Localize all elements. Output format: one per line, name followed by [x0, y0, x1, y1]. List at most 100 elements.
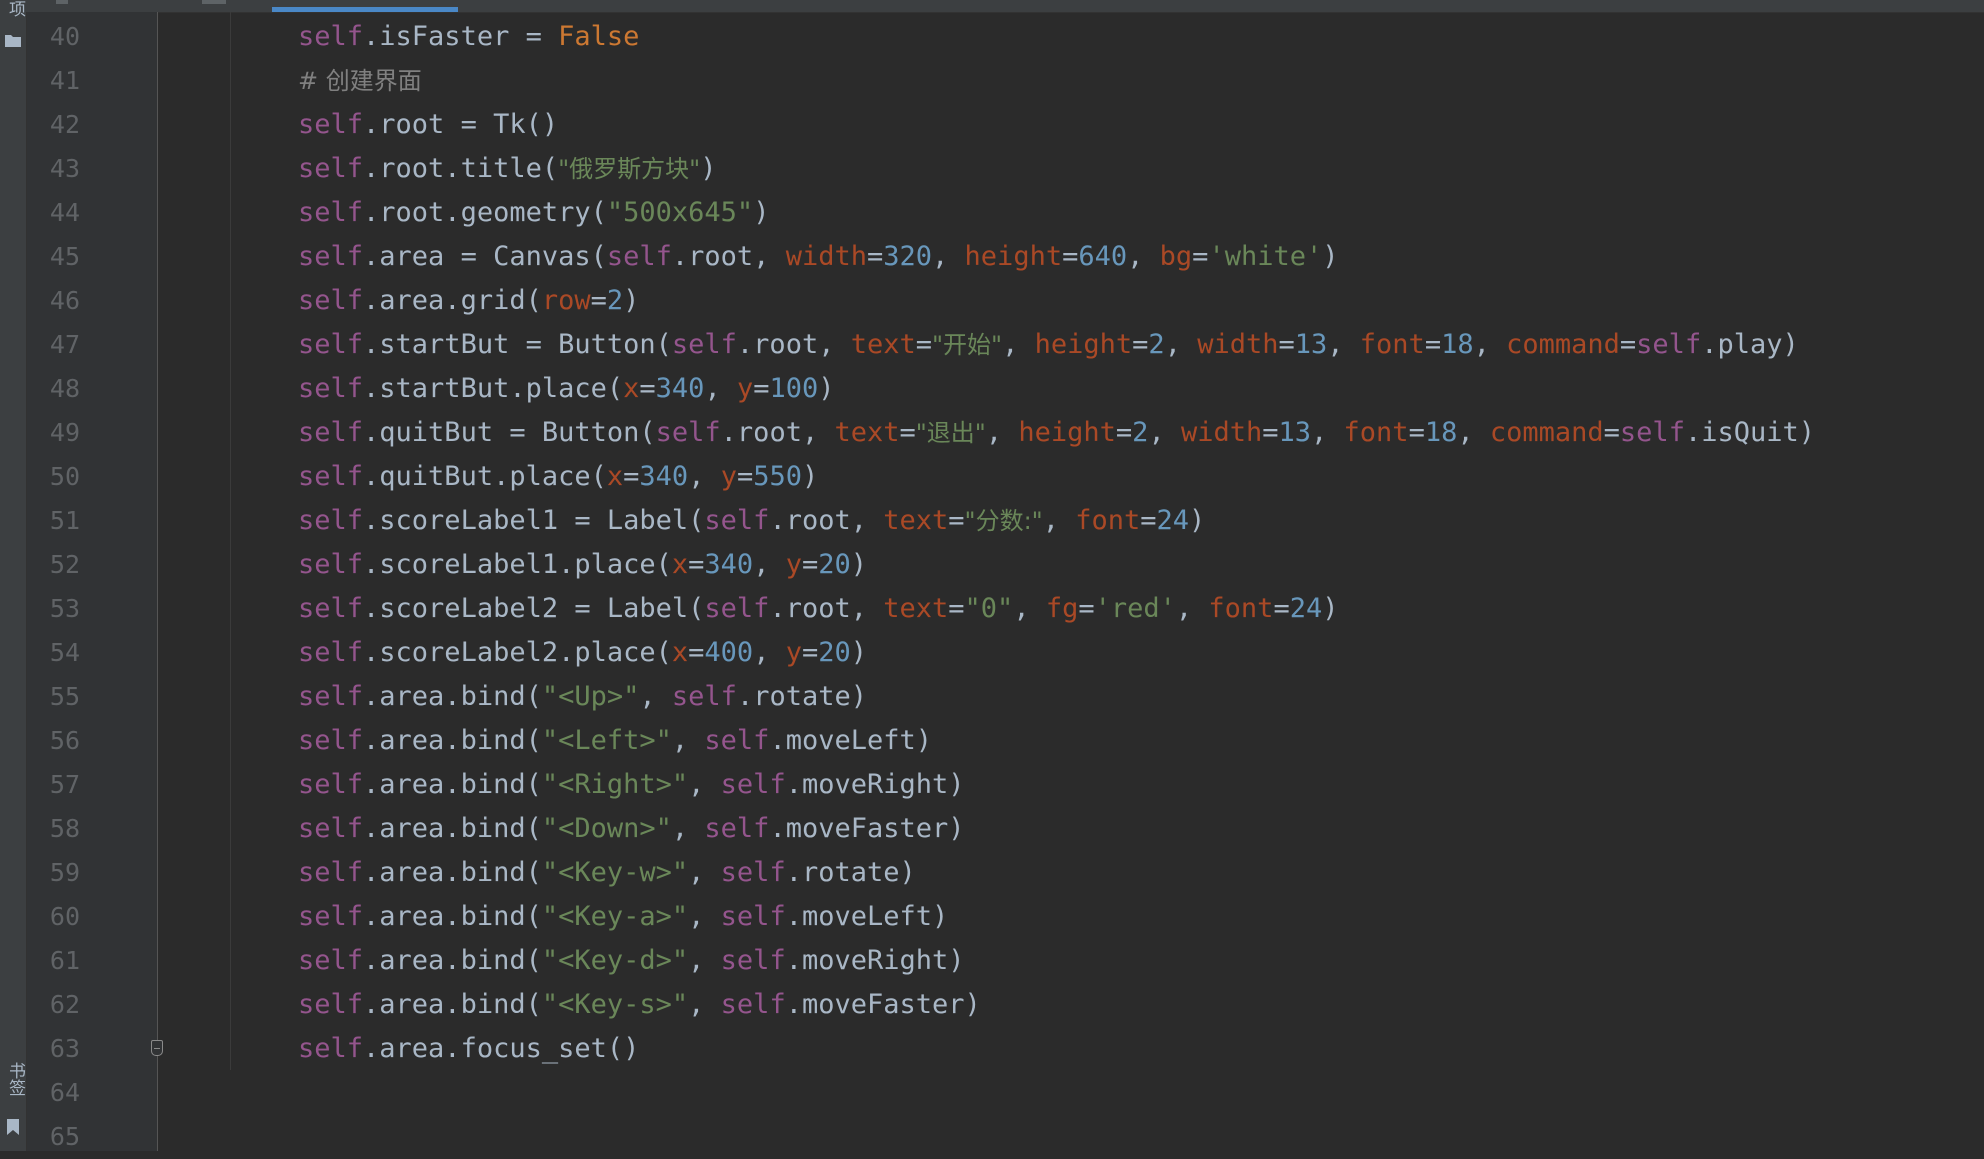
code-token: = — [1192, 241, 1209, 272]
code-token: , — [1164, 329, 1198, 360]
code-token: "分数:" — [964, 507, 1043, 535]
code-token: self — [671, 681, 737, 712]
code-line[interactable]: 52 self.scoreLabel1.place(x=340, y=20) — [0, 543, 1984, 587]
code-token: x — [671, 549, 689, 580]
code-token: x — [623, 373, 640, 404]
code-token: 2 — [606, 285, 624, 316]
code-line[interactable]: 47 self.startBut = Button(self.root, text… — [0, 323, 1984, 367]
code-line[interactable]: 44 self.root.geometry("500x645") — [0, 191, 1984, 235]
code-line[interactable]: 64 — [0, 1071, 1984, 1115]
code-token: # 创建界面 — [298, 67, 422, 95]
code-line[interactable]: 41 # 创建界面 — [0, 59, 1984, 103]
code-line[interactable]: 57 self.area.bind("<Right>", self.moveRig… — [0, 763, 1984, 807]
code-token: self — [720, 901, 786, 932]
code-token: = — [688, 637, 705, 668]
code-token: , — [1127, 241, 1160, 272]
code-line[interactable]: 54 self.scoreLabel2.place(x=400, y=20) — [0, 631, 1984, 675]
code-line[interactable]: 50 self.quitBut.place(x=340, y=550) — [0, 455, 1984, 499]
code-token: , — [639, 681, 672, 712]
line-number: 44 — [49, 198, 80, 227]
code-token: , — [704, 373, 737, 404]
code-token: .isFaster = — [363, 21, 559, 52]
code-line[interactable]: 51 self.scoreLabel1 = Label(self.root, te… — [0, 499, 1984, 543]
code-line[interactable]: 60 self.area.bind("<Key-a>", self.moveLef… — [0, 895, 1984, 939]
code-token: self — [298, 461, 364, 492]
code-token: .area.grid( — [363, 285, 542, 316]
line-number: 41 — [49, 66, 80, 95]
code-line[interactable]: 45 self.area = Canvas(self.root, width=32… — [0, 235, 1984, 279]
code-line[interactable]: 63 self.area.focus_set() — [0, 1027, 1984, 1071]
code-token: 20 — [818, 549, 851, 580]
code-line[interactable]: 40 self.isFaster = False — [0, 15, 1984, 59]
code-token: = — [801, 549, 819, 580]
code-token: .rotate) — [736, 681, 867, 712]
code-token: self — [704, 505, 770, 536]
code-token: 'red' — [1094, 593, 1176, 624]
code-line[interactable]: 43 self.root.title("俄罗斯方块") — [0, 147, 1984, 191]
code-token: = — [915, 329, 933, 360]
code-line[interactable]: 58 self.area.bind("<Down>", self.moveFast… — [0, 807, 1984, 851]
code-text: self.area.bind("<Up>", self.rotate) — [298, 675, 867, 719]
code-token: "<Key-d>" — [541, 945, 689, 976]
code-token: .scoreLabel1 = Label( — [363, 505, 705, 536]
code-text: self.root = Tk() — [298, 103, 558, 147]
code-token: ) — [1322, 593, 1339, 624]
tab-fragment[interactable] — [202, 0, 226, 4]
code-token: self — [298, 417, 364, 448]
code-token: x — [671, 637, 689, 668]
code-text: self.area.grid(row=2) — [298, 279, 639, 323]
code-token: , — [688, 901, 721, 932]
code-token: , — [985, 417, 1019, 448]
code-editor[interactable]: 40 self.isFaster = False 41 # 创建界面 42 self.ro… — [0, 15, 1984, 1159]
code-token: .startBut = Button( — [363, 329, 672, 360]
code-token: .root.geometry( — [363, 197, 607, 228]
code-line[interactable]: 53 self.scoreLabel2 = Label(self.root, te… — [0, 587, 1984, 631]
code-line[interactable]: 49 self.quitBut = Button(self.root, text=… — [0, 411, 1984, 455]
line-number: 55 — [49, 682, 80, 711]
code-line[interactable]: 65 — [0, 1115, 1984, 1159]
code-token: = — [801, 637, 819, 668]
code-token: ) — [1189, 505, 1206, 536]
code-token: "<Key-a>" — [541, 901, 689, 932]
code-token: self — [298, 241, 364, 272]
code-token: = — [948, 593, 965, 624]
code-text: self.area.bind("<Key-a>", self.moveLeft) — [298, 895, 948, 939]
tab-fragment[interactable] — [56, 0, 68, 4]
code-token: .root, — [769, 593, 884, 624]
code-token: .quitBut = Button( — [363, 417, 656, 448]
code-line[interactable]: 48 self.startBut.place(x=340, y=100) — [0, 367, 1984, 411]
line-number: 43 — [49, 154, 80, 183]
code-token: = — [1262, 417, 1279, 448]
active-tab-indicator[interactable] — [272, 7, 458, 12]
code-token: self — [298, 285, 364, 316]
code-line[interactable]: 61 self.area.bind("<Key-d>", self.moveRig… — [0, 939, 1984, 983]
code-text: self.quitBut = Button(self.root, text="退… — [298, 411, 1815, 455]
code-text: self.root.geometry("500x645") — [298, 191, 769, 235]
code-token: = — [866, 241, 884, 272]
code-text: self.scoreLabel1 = Label(self.root, text… — [298, 499, 1205, 543]
code-token: "退出" — [915, 419, 986, 447]
code-line[interactable]: 59 self.area.bind("<Key-w>", self.rotate) — [0, 851, 1984, 895]
code-token: 340 — [639, 461, 689, 492]
code-line[interactable]: 42 self.root = Tk() — [0, 103, 1984, 147]
line-number: 45 — [49, 242, 80, 271]
code-token: .moveFaster) — [769, 813, 965, 844]
code-token: "0" — [964, 593, 1014, 624]
code-text: self.startBut.place(x=340, y=100) — [298, 367, 835, 411]
code-token: .root, — [671, 241, 786, 272]
code-token: , — [671, 813, 705, 844]
code-token: "<Key-w>" — [541, 857, 689, 888]
code-token: self — [298, 901, 364, 932]
line-number: 65 — [49, 1122, 80, 1151]
code-line[interactable]: 55 self.area.bind("<Up>", self.rotate) — [0, 675, 1984, 719]
code-token: .isQuit) — [1684, 417, 1815, 448]
code-token: font — [1075, 505, 1141, 536]
code-line[interactable]: 46 self.area.grid(row=2) — [0, 279, 1984, 323]
code-text: self.quitBut.place(x=340, y=550) — [298, 455, 818, 499]
code-token: , — [688, 461, 721, 492]
code-token: y — [720, 461, 737, 492]
code-token: , — [1473, 329, 1507, 360]
code-line[interactable]: 56 self.area.bind("<Left>", self.moveLeft… — [0, 719, 1984, 763]
code-token: .root, — [769, 505, 884, 536]
code-line[interactable]: 62 self.area.bind("<Key-s>", self.moveFas… — [0, 983, 1984, 1027]
